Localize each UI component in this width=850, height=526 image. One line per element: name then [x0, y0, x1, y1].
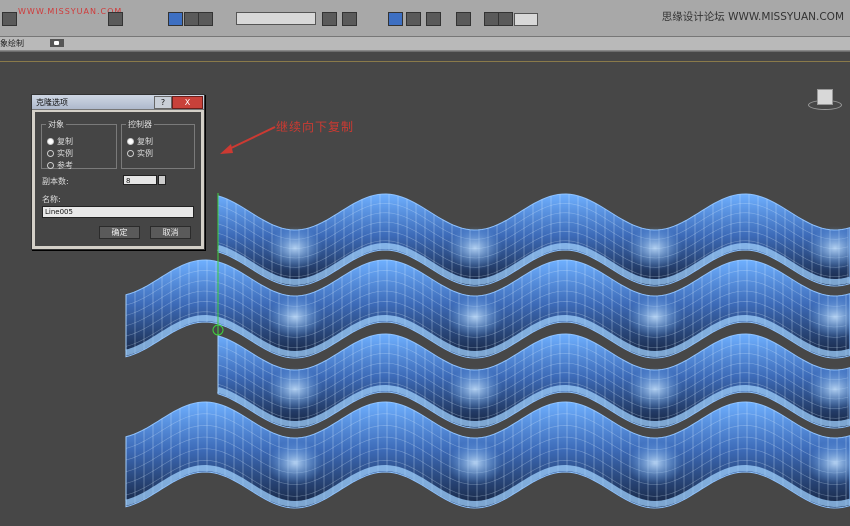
- object-radio-copy[interactable]: 复制: [47, 136, 73, 147]
- object-radio-reference[interactable]: 参考: [47, 160, 73, 171]
- radio-dot[interactable]: [47, 162, 54, 169]
- annotation-arrow: [220, 126, 276, 154]
- help-button[interactable]: ?: [154, 96, 172, 109]
- radio-label: 实例: [137, 149, 153, 158]
- clone-options-dialog[interactable]: 克隆选项 ? X 对象 复制 实例 参考 控制器 复制 实例 副本数: 8 名称…: [31, 94, 205, 250]
- name-label: 名称:: [42, 195, 61, 204]
- dialog-title-bar[interactable]: 克隆选项 ? X: [32, 95, 204, 110]
- controller-radio-instance[interactable]: 实例: [127, 148, 153, 159]
- dialog-body: 对象 复制 实例 参考 控制器 复制 实例 副本数: 8 名称: Line005…: [35, 112, 201, 246]
- radio-label: 实例: [57, 149, 73, 158]
- name-input[interactable]: Line005: [42, 206, 194, 218]
- cancel-button[interactable]: 取消: [150, 226, 191, 239]
- annotation-text: 继续向下复制: [276, 120, 355, 134]
- radio-label: 复制: [57, 137, 73, 146]
- copies-spinner-input[interactable]: 8: [123, 175, 157, 185]
- copies-label: 副本数:: [42, 177, 69, 186]
- controller-radio-copy[interactable]: 复制: [127, 136, 153, 147]
- wave-mesh-objects[interactable]: [0, 0, 850, 525]
- radio-dot[interactable]: [47, 150, 54, 157]
- copies-spinner-arrows[interactable]: [158, 175, 166, 185]
- radio-label: 复制: [137, 137, 153, 146]
- close-button[interactable]: X: [172, 96, 203, 109]
- dialog-title: 克隆选项: [36, 98, 68, 107]
- object-group-legend: 对象: [48, 120, 64, 129]
- radio-dot[interactable]: [127, 150, 134, 157]
- radio-label: 参考: [57, 161, 73, 170]
- controller-group-legend: 控制器: [128, 120, 152, 129]
- object-radio-instance[interactable]: 实例: [47, 148, 73, 159]
- ok-button[interactable]: 确定: [99, 226, 140, 239]
- radio-dot[interactable]: [47, 138, 54, 145]
- radio-dot[interactable]: [127, 138, 134, 145]
